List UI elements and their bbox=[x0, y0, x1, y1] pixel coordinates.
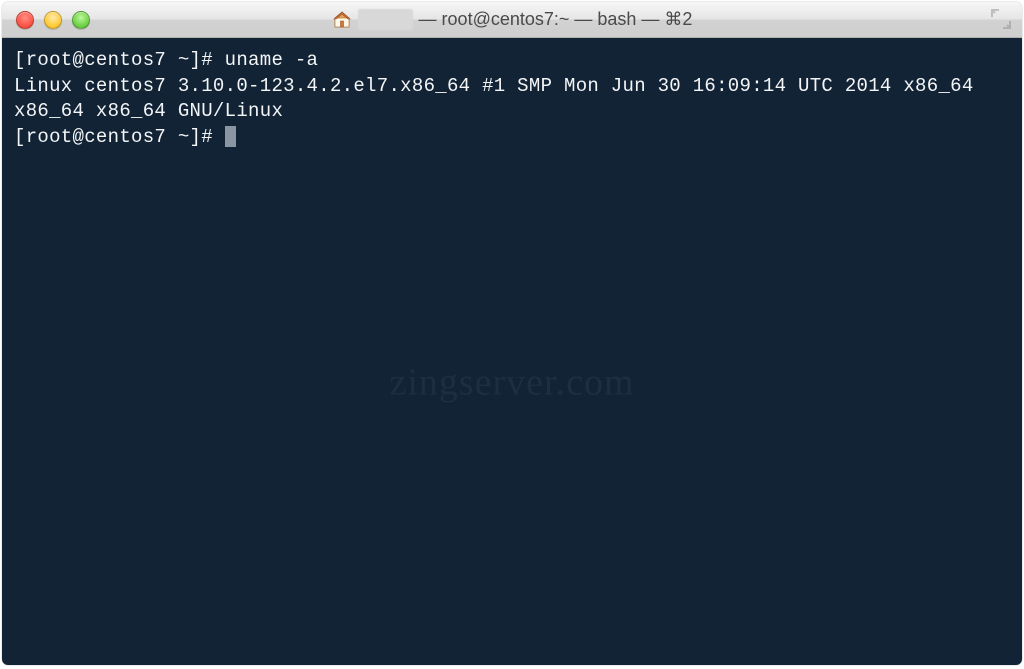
close-button[interactable] bbox=[16, 11, 34, 29]
terminal-body[interactable]: [root@centos7 ~]# uname -a Linux centos7… bbox=[2, 38, 1022, 665]
command-text: uname -a bbox=[225, 49, 319, 71]
title-rest: — root@centos7:~ — bash — ⌘2 bbox=[419, 9, 693, 30]
window-titlebar[interactable]: — root@centos7:~ — bash — ⌘2 bbox=[2, 2, 1022, 38]
minimize-button[interactable] bbox=[44, 11, 62, 29]
prompt: [root@centos7 ~]# bbox=[14, 49, 225, 71]
command-output: Linux centos7 3.10.0-123.4.2.el7.x86_64 … bbox=[14, 75, 985, 123]
terminal-window: — root@centos7:~ — bash — ⌘2 [root@cento… bbox=[2, 2, 1022, 665]
title-user bbox=[358, 9, 413, 30]
cursor bbox=[225, 126, 236, 147]
traffic-lights bbox=[10, 11, 90, 29]
window-title: — root@centos7:~ — bash — ⌘2 bbox=[2, 9, 1022, 30]
home-icon bbox=[332, 10, 352, 30]
zoom-button[interactable] bbox=[72, 11, 90, 29]
watermark: zingserver.com bbox=[389, 357, 634, 408]
fullscreen-icon[interactable] bbox=[990, 8, 1012, 30]
prompt: [root@centos7 ~]# bbox=[14, 126, 225, 148]
